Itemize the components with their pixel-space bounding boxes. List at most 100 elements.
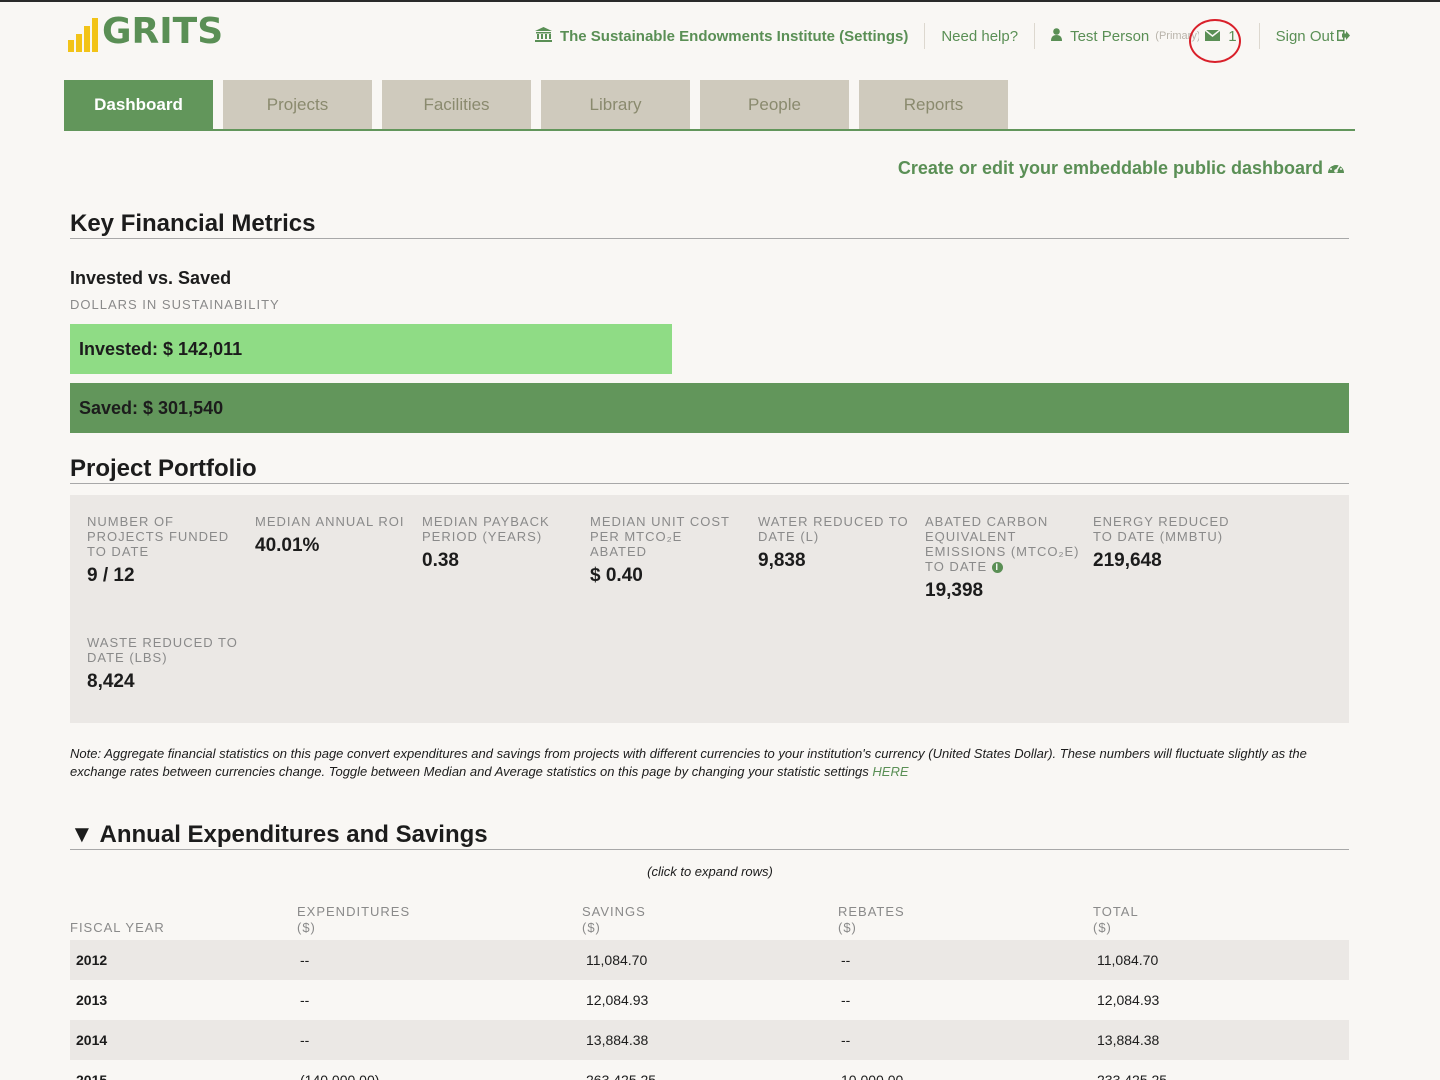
tab-library[interactable]: Library: [541, 80, 690, 130]
metric-payback-period: MEDIAN PAYBACK PERIOD (YEARS) 0.38: [422, 514, 574, 572]
section-divider: [70, 238, 1349, 239]
cell-fiscal-year: 2012: [76, 952, 108, 968]
header-divider: [1034, 23, 1036, 49]
invested-bar: Invested: $ 142,011: [70, 324, 672, 374]
cell-savings: 263,425.25: [586, 1072, 657, 1080]
key-financial-metrics-title: Key Financial Metrics: [70, 210, 316, 237]
col-header-savings: SAVINGS ($): [582, 904, 646, 936]
tab-projects[interactable]: Projects: [223, 80, 372, 130]
user-icon: [1051, 27, 1063, 45]
cell-fiscal-year: 2013: [76, 992, 108, 1008]
grits-logo[interactable]: GRITS: [68, 12, 223, 52]
top-border: [0, 0, 1440, 2]
cell-savings: 11,084.70: [586, 952, 648, 968]
section-divider: [70, 483, 1349, 484]
cell-fiscal-year: 2015: [76, 1072, 108, 1080]
metric-label: MEDIAN PAYBACK PERIOD (YEARS): [422, 514, 550, 544]
dashboard-page: GRITS The Sustainable Endowments Institu…: [0, 0, 1440, 1080]
cell-savings: 12,084.93: [586, 992, 649, 1008]
metric-value: 219,648: [1093, 550, 1162, 571]
col-header-unit: ($): [838, 920, 857, 935]
metric-label: WASTE REDUCED TO DATE (LBS): [87, 635, 238, 665]
col-header-unit: ($): [297, 920, 316, 935]
cell-rebates: --: [841, 1032, 851, 1048]
expand-rows-hint: (click to expand rows): [647, 864, 773, 879]
info-icon[interactable]: i: [991, 562, 1003, 574]
sign-out-icon: [1337, 28, 1350, 45]
sign-out-label: Sign Out: [1275, 27, 1334, 45]
metric-value: 8,424: [87, 671, 135, 692]
metric-value: 9,838: [758, 550, 806, 571]
invested-bar-label: Invested: $ 142,011: [79, 338, 243, 359]
tab-people[interactable]: People: [700, 80, 849, 130]
metric-unit-cost: MEDIAN UNIT COST PER MTCO₂E ABATED $ 0.4…: [590, 514, 742, 587]
cell-total: 13,884.38: [1097, 1032, 1160, 1048]
metric-water-reduced: WATER REDUCED TO DATE (L) 9,838: [758, 514, 910, 572]
table-row[interactable]: 2012 -- 11,084.70 -- 11,084.70: [70, 940, 1349, 980]
cell-expenditures: --: [300, 992, 310, 1008]
user-name: Test Person: [1070, 27, 1150, 45]
tab-underline: [64, 129, 1355, 131]
metric-value: 0.38: [422, 550, 459, 571]
dashboard-gauge-icon: [1327, 158, 1345, 179]
metric-value: $ 0.40: [590, 565, 643, 586]
section-divider: [70, 849, 1349, 850]
tab-dashboard[interactable]: Dashboard: [64, 80, 213, 130]
metric-value: 40.01%: [255, 535, 320, 556]
col-header-label: EXPENDITURES: [297, 904, 411, 919]
metric-label-wrap: ABATED CARBON EQUIVALENT EMISSIONS (MTCO…: [925, 514, 1085, 574]
institution-icon: [534, 26, 552, 46]
cell-rebates: 10,000.00: [841, 1072, 904, 1080]
currency-note: Note: Aggregate financial statistics on …: [70, 745, 1350, 781]
cell-rebates: --: [841, 992, 851, 1008]
institution-settings-link[interactable]: The Sustainable Endowments Institute (Se…: [534, 26, 909, 46]
metric-label: MEDIAN ANNUAL ROI: [255, 514, 405, 529]
metric-label: WATER REDUCED TO DATE (L): [758, 514, 909, 544]
metric-projects-funded: NUMBER OF PROJECTS FUNDED TO DATE 9 / 12: [87, 514, 239, 587]
table-row[interactable]: 2014 -- 13,884.38 -- 13,884.38: [70, 1020, 1349, 1060]
invested-vs-saved-title: Invested vs. Saved: [70, 268, 232, 288]
project-portfolio-title: Project Portfolio: [70, 455, 257, 482]
annual-expenditures-toggle[interactable]: ▼ Annual Expenditures and Savings: [70, 821, 488, 849]
user-profile-link[interactable]: Test Person (Primary): [1051, 28, 1199, 45]
col-header-expenditures: EXPENDITURES ($): [297, 904, 410, 936]
sign-out-link[interactable]: Sign Out: [1276, 28, 1350, 45]
cell-total: 11,084.70: [1097, 952, 1159, 968]
embeddable-dashboard-link[interactable]: Create or edit your embeddable public da…: [898, 158, 1345, 179]
col-header-label: SAVINGS: [582, 904, 646, 919]
col-header-unit: ($): [1093, 920, 1112, 935]
metric-annual-roi: MEDIAN ANNUAL ROI 40.01%: [255, 514, 407, 557]
table-row[interactable]: 2015 (140,000.00) 263,425.25 10,000.00 2…: [70, 1060, 1349, 1080]
institution-label: The Sustainable Endowments Institute (Se…: [559, 27, 909, 45]
col-header-rebates: REBATES ($): [838, 904, 905, 936]
tab-reports[interactable]: Reports: [859, 80, 1008, 130]
highlight-circle: [1189, 18, 1242, 63]
metric-value: 9 / 12: [87, 565, 135, 586]
cell-expenditures: --: [300, 1032, 310, 1048]
messages-button[interactable]: 1: [1189, 18, 1242, 63]
metric-label: MEDIAN UNIT COST PER MTCO₂E ABATED: [590, 514, 730, 559]
header-divider: [924, 23, 926, 49]
header-divider: [1258, 23, 1260, 49]
cell-savings: 13,884.38: [586, 1032, 649, 1048]
portfolio-metrics-panel: NUMBER OF PROJECTS FUNDED TO DATE 9 / 12…: [70, 495, 1349, 723]
metric-label: ENERGY REDUCED TO DATE (MMBTU): [1093, 514, 1230, 544]
cell-total: 233,425.25: [1097, 1072, 1168, 1080]
tab-facilities[interactable]: Facilities: [382, 80, 531, 130]
need-help-link[interactable]: Need help?: [941, 28, 1018, 45]
cell-fiscal-year: 2014: [76, 1032, 108, 1048]
metric-waste-reduced: WASTE REDUCED TO DATE (LBS) 8,424: [87, 635, 239, 693]
col-header-unit: ($): [582, 920, 601, 935]
metric-carbon-abated: ABATED CARBON EQUIVALENT EMISSIONS (MTCO…: [925, 514, 1085, 602]
table-row[interactable]: 2013 -- 12,084.93 -- 12,084.93: [70, 980, 1349, 1020]
invested-vs-saved-caption: DOLLARS IN SUSTAINABILITY: [70, 297, 280, 312]
embeddable-dashboard-label: Create or edit your embeddable public da…: [897, 158, 1323, 178]
col-header-total: TOTAL ($): [1093, 904, 1139, 936]
saved-bar: Saved: $ 301,540: [70, 383, 1349, 433]
cell-total: 12,084.93: [1097, 992, 1160, 1008]
statistic-settings-link[interactable]: HERE: [872, 764, 908, 779]
col-header-label: TOTAL: [1093, 904, 1139, 919]
cell-expenditures: (140,000.00): [300, 1072, 380, 1080]
header-nav: The Sustainable Endowments Institute (Se…: [534, 18, 1350, 63]
main-tabs: Dashboard Projects Facilities Library Pe…: [64, 80, 1008, 130]
